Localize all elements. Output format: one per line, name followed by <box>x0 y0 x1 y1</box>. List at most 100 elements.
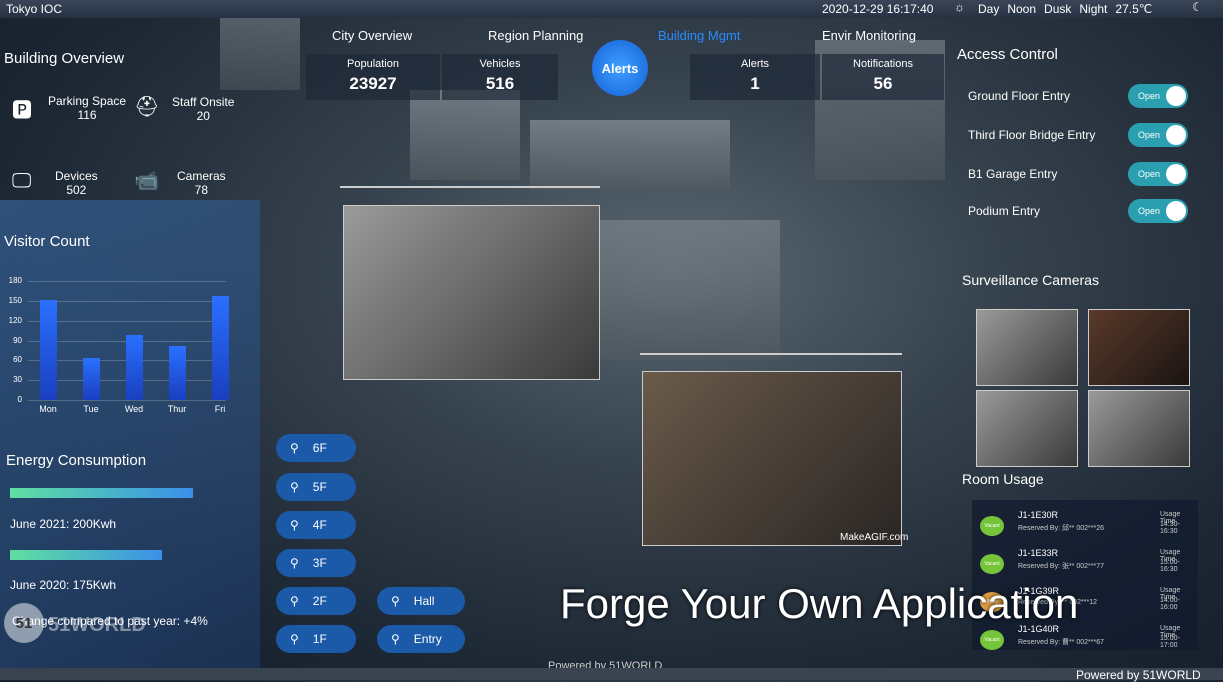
datetime: 2020-12-29 16:17:40 <box>822 2 934 16</box>
energy-bar-2020 <box>10 550 162 560</box>
stat-notifications: Notifications 56 <box>822 54 944 100</box>
room-reserved: Reserved By: 邱** 002***26 <box>1018 525 1104 532</box>
sun-icon: ☼ <box>954 0 965 14</box>
cameras-value: 78 <box>194 183 209 197</box>
x-tick-label: Thur <box>167 404 187 414</box>
floor-5f[interactable]: ⚲ 5F <box>276 473 356 501</box>
gridline <box>28 300 226 302</box>
location-pin-icon: ⚲ <box>290 518 299 532</box>
toggle-third-floor[interactable]: Open <box>1128 123 1188 147</box>
camera-thumb[interactable] <box>1088 390 1190 467</box>
gridline <box>28 320 226 322</box>
y-tick-label: 60 <box>13 355 22 365</box>
room-status: Vacant <box>980 516 1004 536</box>
logo: 51 <box>4 603 44 643</box>
usage-time: 15:00-16:30 <box>1160 559 1180 573</box>
bar-wed <box>126 334 143 400</box>
parking-label: Parking Space <box>48 94 127 108</box>
floor-1f[interactable]: ⚲ 1F <box>276 625 356 653</box>
camera-thumb[interactable] <box>976 390 1078 467</box>
overlay-caption: Forge Your Own Application <box>560 580 1079 627</box>
cameras-label: Cameras <box>177 169 226 183</box>
camera-thumb[interactable] <box>1088 309 1190 386</box>
y-tick-label: 180 <box>8 276 22 285</box>
location-pin-icon: ⚲ <box>290 594 299 608</box>
gridline <box>28 281 226 282</box>
room-row[interactable]: Vacant J1-1E30R Reserved By: 邱** 002***2… <box>974 508 1196 550</box>
gridline <box>28 400 226 401</box>
location-pin-icon: ⚲ <box>391 632 400 646</box>
room-name: J1-1E33R <box>1018 548 1059 558</box>
x-tick-label: Wed <box>124 404 144 414</box>
floor-3f[interactable]: ⚲ 3F <box>276 549 356 577</box>
staff-value: 20 <box>196 109 210 123</box>
y-tick-label: 90 <box>13 335 22 345</box>
bar-thur <box>169 346 186 400</box>
devices-value: 502 <box>66 183 87 197</box>
tab-envir-monitoring[interactable]: Envir Monitoring <box>822 28 916 43</box>
logo-text: 51WORLD <box>48 614 146 636</box>
stat-population: Population 23927 <box>306 54 440 100</box>
tab-region-planning[interactable]: Region Planning <box>488 28 583 43</box>
energy-label-2021: June 2021: 200Kwh <box>10 517 117 531</box>
access-control-title: Access Control <box>957 46 1058 63</box>
camera-thumb[interactable] <box>976 309 1078 386</box>
staff-label: Staff Onsite <box>172 95 235 109</box>
room-reserved: Reserved By: 张** 002***77 <box>1018 563 1104 570</box>
bar-fri <box>212 296 229 400</box>
bar-mon <box>40 299 57 400</box>
room-status: Vacant <box>980 630 1004 650</box>
toggle-ground-floor[interactable]: Open <box>1128 84 1188 108</box>
energy-bar-2021 <box>10 488 193 498</box>
access-label: Ground Floor Entry <box>968 89 1071 103</box>
camera-icon: 📹 <box>134 170 159 192</box>
toggle-podium[interactable]: Open <box>1128 199 1188 223</box>
video-line <box>340 186 600 188</box>
room-name: J1-1E30R <box>1018 510 1059 520</box>
mode-noon[interactable]: Noon <box>1007 2 1036 16</box>
access-label: Podium Entry <box>968 204 1041 218</box>
monitor-icon: 🖵 <box>12 170 32 192</box>
app-title: Tokyo IOC <box>6 2 63 16</box>
energy-title: Energy Consumption <box>6 452 147 469</box>
zone-entry[interactable]: ⚲ Entry <box>377 625 465 653</box>
temperature: 27.5℃ <box>1115 2 1153 16</box>
floor-6f[interactable]: ⚲ 6F <box>276 434 356 462</box>
room-reserved: Reserved By: 曹** 002***67 <box>1018 639 1104 646</box>
access-label: B1 Garage Entry <box>968 167 1058 181</box>
tab-city-overview[interactable]: City Overview <box>332 28 412 43</box>
energy-label-2020: June 2020: 175Kwh <box>10 578 117 592</box>
video-feed-corridor[interactable] <box>642 371 902 546</box>
usage-time: 14:00-16:00 <box>1160 597 1180 611</box>
floor-4f[interactable]: ⚲ 4F <box>276 511 356 539</box>
toggle-b1-garage[interactable]: Open <box>1128 162 1188 186</box>
zone-hall[interactable]: ⚲ Hall <box>377 587 465 615</box>
alerts-button[interactable]: Alerts <box>592 40 648 96</box>
room-row[interactable]: Vacant J1-1G40R Reserved By: 曹** 002***6… <box>974 622 1196 664</box>
mode-day[interactable]: Day <box>978 2 999 16</box>
video-watermark: MakeAGIF.com <box>840 532 909 543</box>
video-feed-lobby[interactable] <box>343 205 600 380</box>
location-pin-icon: ⚲ <box>290 632 299 646</box>
room-usage-title: Room Usage <box>962 471 1044 487</box>
stat-alerts: Alerts 1 <box>690 54 820 100</box>
x-tick-label: Mon <box>39 404 57 414</box>
access-label: Third Floor Bridge Entry <box>968 128 1096 142</box>
x-tick-label: Tue <box>83 404 99 414</box>
mode-night[interactable]: Night <box>1079 2 1107 16</box>
surveillance-title: Surveillance Cameras <box>962 272 1099 288</box>
y-tick-label: 0 <box>17 395 22 404</box>
car-icon: 🅿 <box>12 100 32 122</box>
location-pin-icon: ⚲ <box>290 480 299 494</box>
y-tick-label: 120 <box>8 315 22 325</box>
location-pin-icon: ⚲ <box>290 441 299 455</box>
floor-2f[interactable]: ⚲ 2F <box>276 587 356 615</box>
usage-time: 15:00-17:00 <box>1160 635 1180 649</box>
tab-building-mgmt[interactable]: Building Mgmt <box>658 28 740 43</box>
mode-dusk[interactable]: Dusk <box>1044 2 1071 16</box>
staff-icon: ⛑ <box>134 96 160 118</box>
devices-label: Devices <box>55 169 98 183</box>
x-tick-label: Fri <box>214 404 226 414</box>
moon-icon[interactable]: ☾ <box>1192 0 1203 14</box>
y-tick-label: 150 <box>8 295 22 305</box>
